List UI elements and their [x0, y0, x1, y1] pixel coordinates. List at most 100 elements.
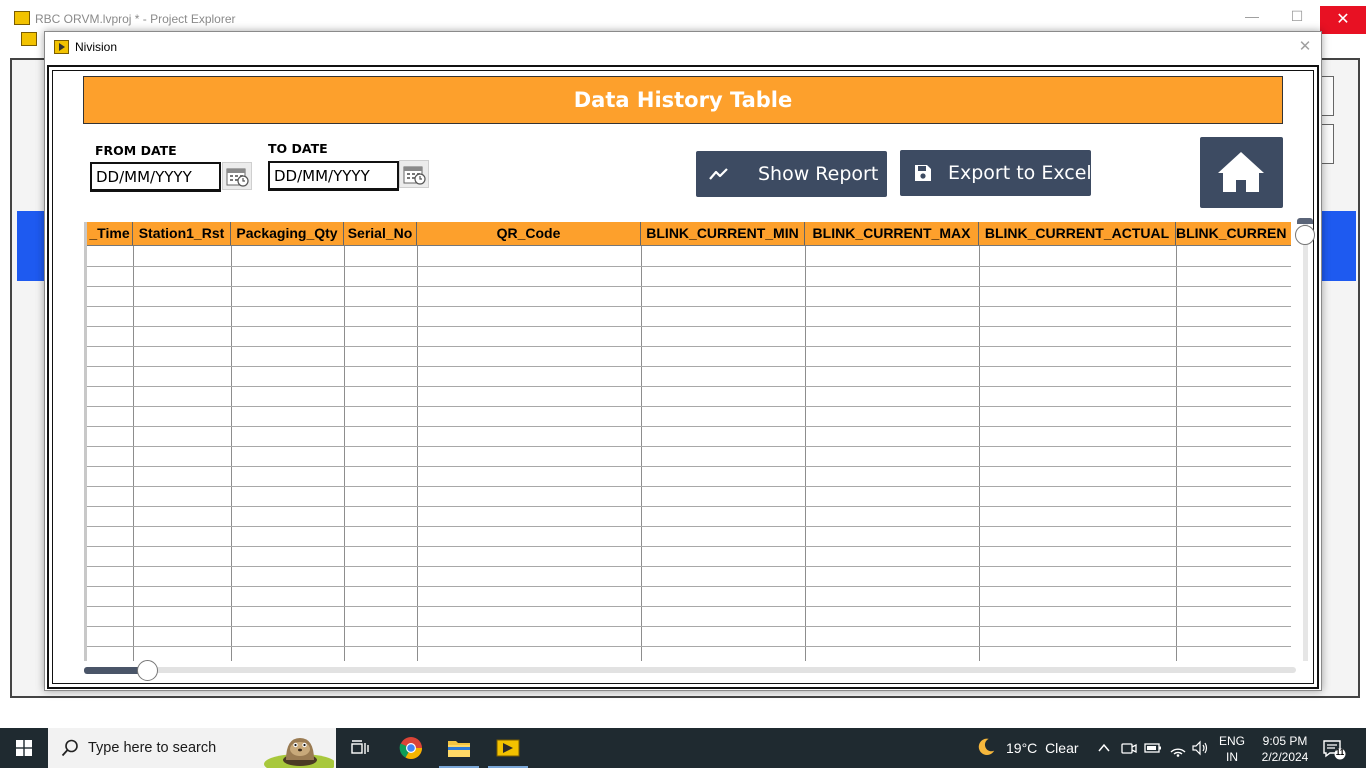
project-explorer-titlebar[interactable]: RBC ORVM.lvproj * - Project Explorer — ☐… — [0, 0, 1366, 34]
show-report-button[interactable]: Show Report — [696, 151, 887, 197]
close-icon[interactable]: ✕ — [1320, 6, 1366, 34]
export-to-excel-button[interactable]: Export to Excel — [900, 150, 1092, 196]
file-explorer-taskbar-button[interactable] — [435, 728, 483, 768]
folder-icon — [448, 741, 470, 757]
column-header[interactable]: BLINK_CURREN — [1176, 222, 1291, 245]
clock-date: 2/2/2024 — [1261, 750, 1309, 764]
task-view-button[interactable] — [337, 728, 385, 768]
background-control-box — [1320, 76, 1334, 116]
to-date-input[interactable]: DD/MM/YYYY — [268, 161, 399, 191]
table-row-divider — [87, 266, 1291, 267]
table-column-divider — [344, 246, 345, 661]
from-date-input[interactable]: DD/MM/YYYY — [90, 162, 221, 192]
column-header[interactable]: Station1_Rst — [133, 222, 231, 245]
battery-icon[interactable] — [1143, 738, 1163, 758]
page-title: Data History Table — [573, 88, 793, 112]
close-icon[interactable]: ✕ — [1295, 37, 1315, 57]
table-column-divider — [133, 246, 134, 661]
table-row-divider — [87, 346, 1291, 347]
region-code: IN — [1226, 750, 1238, 764]
background-control-box — [1320, 124, 1334, 164]
language-code: ENG — [1219, 734, 1246, 748]
save-icon — [915, 165, 931, 181]
labview-taskbar-button[interactable] — [484, 728, 532, 768]
table-row-divider — [87, 526, 1291, 527]
table-row-divider — [87, 406, 1291, 407]
wifi-icon[interactable] — [1168, 738, 1188, 758]
table-column-divider — [417, 246, 418, 661]
weather-widget[interactable]: 19°C Clear — [1006, 740, 1079, 756]
column-header[interactable]: Packaging_Qty — [231, 222, 344, 245]
labview-logo-icon — [14, 11, 30, 25]
table-column-divider — [1176, 246, 1177, 661]
background-blue-bar-right — [1320, 211, 1356, 281]
table-row-divider — [87, 626, 1291, 627]
from-date-label: FROM DATE — [95, 143, 177, 158]
chrome-taskbar-button[interactable] — [387, 728, 435, 768]
table-row-divider — [87, 306, 1291, 307]
clock-time: 9:05 PM — [1262, 734, 1308, 748]
table-column-divider — [231, 246, 232, 661]
background-blue-bar-left — [17, 211, 47, 281]
vertical-scrollbar-cap — [1297, 218, 1313, 224]
system-clock[interactable]: 9:05 PM 2/2/2024 — [1254, 733, 1316, 765]
language-indicator[interactable]: ENG IN — [1219, 733, 1245, 765]
meet-now-icon[interactable] — [1120, 738, 1138, 758]
table-column-divider — [641, 246, 642, 661]
table-column-divider — [805, 246, 806, 661]
start-button[interactable] — [0, 728, 48, 768]
table-row-divider — [87, 426, 1291, 427]
table-row-divider — [87, 546, 1291, 547]
dialog-titlebar[interactable]: Nivision ✕ — [45, 32, 1321, 62]
table-row-divider — [87, 506, 1291, 507]
minimize-icon[interactable]: — — [1238, 8, 1266, 28]
volume-icon[interactable] — [1190, 738, 1210, 758]
vertical-scrollbar[interactable] — [1303, 221, 1308, 661]
labview-icon — [496, 739, 520, 757]
vertical-scroll-thumb[interactable] — [1295, 225, 1315, 245]
column-header[interactable]: _Time — [87, 222, 133, 245]
to-date-calendar-button[interactable] — [399, 160, 429, 188]
from-date-calendar-button[interactable] — [222, 162, 252, 190]
show-report-label: Show Report — [758, 163, 879, 185]
moon-weather-icon[interactable] — [975, 737, 997, 757]
calendar-icon — [403, 166, 426, 185]
search-placeholder: Type here to search — [88, 740, 217, 756]
column-header[interactable]: Serial_No — [344, 222, 417, 245]
calendar-icon — [226, 168, 249, 187]
chevron-up-icon[interactable] — [1097, 738, 1111, 758]
header-banner: Data History Table — [83, 76, 1283, 124]
search-highlight-icon — [264, 738, 334, 768]
home-button[interactable] — [1200, 137, 1283, 208]
table-row-divider — [87, 606, 1291, 607]
taskbar-search-box[interactable]: Type here to search — [48, 728, 336, 768]
task-view-icon — [351, 740, 369, 754]
column-header[interactable]: BLINK_CURRENT_ACTUAL — [979, 222, 1176, 245]
search-icon — [61, 739, 78, 757]
notification-count-badge: 11 — [1335, 748, 1345, 757]
background-status-strip — [10, 700, 1366, 728]
table-column-divider — [979, 246, 980, 661]
labview-logo-icon — [54, 40, 69, 54]
table-row-divider — [87, 466, 1291, 467]
horizontal-scrollbar[interactable] — [84, 667, 1296, 673]
horizontal-scroll-thumb[interactable] — [137, 660, 158, 681]
dialog-title: Nivision — [75, 40, 118, 54]
column-header[interactable]: BLINK_CURRENT_MAX — [805, 222, 979, 245]
home-icon — [1218, 152, 1264, 192]
column-header[interactable]: BLINK_CURRENT_MIN — [641, 222, 805, 245]
weather-temperature: 19°C — [1006, 740, 1038, 756]
maximize-icon[interactable]: ☐ — [1283, 8, 1311, 28]
table-row-divider — [87, 386, 1291, 387]
table-row-divider — [87, 366, 1291, 367]
column-header[interactable]: QR_Code — [417, 222, 641, 245]
data-history-table[interactable]: _Time Station1_Rst Packaging_Qty Serial_… — [84, 222, 1291, 661]
windows-logo-icon — [16, 740, 32, 756]
table-row-divider — [87, 646, 1291, 647]
to-date-label: TO DATE — [268, 141, 328, 156]
table-header-row: _Time Station1_Rst Packaging_Qty Serial_… — [87, 222, 1291, 246]
project-explorer-title: RBC ORVM.lvproj * - Project Explorer — [35, 12, 236, 26]
table-row-divider — [87, 446, 1291, 447]
table-row-divider — [87, 586, 1291, 587]
notification-center-button[interactable]: 11 — [1322, 738, 1346, 760]
